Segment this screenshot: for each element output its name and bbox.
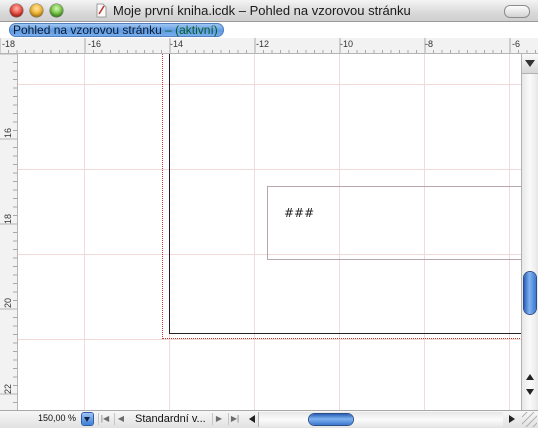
ruler-label: -16: [88, 39, 102, 49]
bottom-bar: 150,00 % |◀ ◀ Standardní v... ▶ ▶|: [0, 410, 538, 428]
ruler-label: -14: [170, 39, 184, 49]
resize-grip-icon[interactable]: [522, 412, 537, 427]
minimize-icon[interactable]: [30, 4, 43, 17]
view-tab-name: Pohled na vzorovou stránku: [13, 23, 162, 37]
ruler-label: -6: [512, 39, 521, 49]
ruler-label: 20: [3, 297, 13, 308]
document-icon[interactable]: [96, 3, 107, 18]
close-icon[interactable]: [10, 4, 23, 17]
next-page-button[interactable]: ▶: [212, 413, 225, 425]
split-view-icon[interactable]: [522, 54, 538, 74]
vertical-scroll-thumb[interactable]: [524, 272, 536, 314]
last-page-button[interactable]: ▶|: [228, 413, 241, 425]
ruler-label: 16: [3, 127, 13, 138]
view-tab-state: – (aktivní): [165, 23, 218, 37]
ruler-label: -8: [425, 39, 434, 49]
page-selector[interactable]: Standardní v...: [135, 413, 206, 425]
grid-line: [84, 54, 85, 410]
prev-page-button[interactable]: ◀: [114, 413, 127, 425]
view-tab[interactable]: Pohled na vzorovou stránku – (aktivní): [9, 23, 224, 37]
toolbar-toggle-icon[interactable]: [504, 5, 530, 18]
ruler-label: 22: [3, 383, 13, 394]
window-title: Moje první kniha.icdk – Pohled na vzorov…: [113, 3, 411, 18]
scroll-left-icon[interactable]: [246, 413, 258, 425]
zoom-icon[interactable]: [50, 4, 63, 17]
scroll-down-icon[interactable]: [522, 385, 538, 399]
grid-line: [18, 339, 521, 340]
horizontal-ruler[interactable]: -18 -16 -14 -12 -10 -8 -6: [0, 38, 538, 54]
text-frame[interactable]: ###: [267, 186, 521, 260]
vertical-ruler[interactable]: 16 18 20 22: [0, 54, 18, 410]
vertical-scrollbar[interactable]: [521, 54, 538, 410]
scroll-up-icon[interactable]: [522, 370, 538, 384]
scroll-right-icon[interactable]: [506, 413, 518, 425]
horizontal-scrollbar[interactable]: [258, 412, 503, 427]
horizontal-scroll-thumb[interactable]: [309, 414, 353, 425]
zoom-popup-button[interactable]: [82, 413, 93, 425]
layout-canvas[interactable]: ###: [18, 54, 521, 410]
first-page-button[interactable]: |◀: [98, 413, 111, 425]
zoom-field[interactable]: 150,00 %: [38, 413, 76, 423]
frame-placeholder-text: ###: [284, 206, 315, 220]
vertical-ruler-ticks: [0, 54, 17, 403]
ruler-label: -18: [2, 39, 16, 49]
ruler-label: 18: [3, 213, 13, 224]
title-bar[interactable]: Moje první kniha.icdk – Pohled na vzorov…: [0, 0, 538, 22]
ruler-label: -10: [340, 39, 354, 49]
ruler-label: -12: [256, 39, 270, 49]
